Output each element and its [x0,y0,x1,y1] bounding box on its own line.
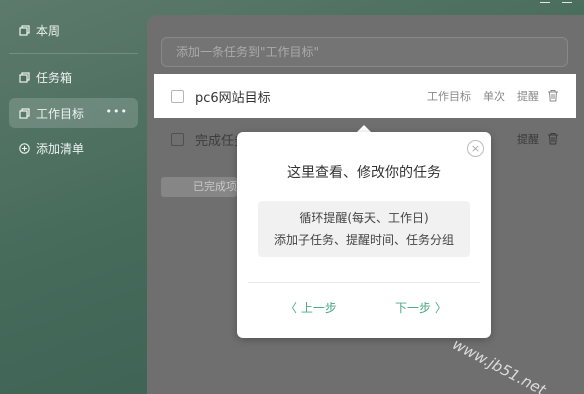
task-checkbox[interactable] [171,132,184,146]
remind-tag[interactable]: 提醒 [517,131,539,147]
sidebar-divider [9,53,138,54]
window-close-icon[interactable] [562,0,572,3]
trash-icon[interactable] [547,89,561,103]
copy-icon [19,24,30,36]
popup-divider [248,282,480,283]
remind-tag[interactable]: 提醒 [517,88,539,104]
sidebar-item-this-week[interactable]: 本周 [9,15,138,45]
task-title: pc6网站目标 [195,90,271,106]
add-task-input[interactable]: 添加一条任务到"工作目标" [161,37,568,67]
sidebar: 本周 任务箱 工作目标 ••• 添加清单 [0,0,147,394]
sidebar-item-task-box[interactable]: 任务箱 [9,62,138,92]
list-tag[interactable]: 工作目标 [427,88,471,104]
description-line: 添加子任务、提醒时间、任务分组 [273,233,454,247]
popup-description: 循环提醒(每天、工作日) 添加子任务、提醒时间、任务分组 [258,201,470,257]
sidebar-item-label: 添加清单 [36,141,85,156]
previous-step-button[interactable]: 〈 上一步 [285,299,337,316]
copy-icon [19,107,30,119]
popup-pointer [357,125,371,132]
close-icon[interactable]: × [467,140,484,157]
sidebar-add-list[interactable]: 添加清单 [9,133,138,163]
more-options-icon[interactable]: ••• [106,105,128,118]
sidebar-item-work-goals[interactable]: 工作目标 ••• [9,98,138,128]
sidebar-item-label: 任务箱 [36,70,73,85]
plus-circle-icon [19,142,30,154]
next-step-button[interactable]: 下一步 〉 [395,299,447,316]
task-row[interactable]: pc6网站目标 工作目标 单次 提醒 [154,74,576,118]
sidebar-item-label: 本周 [36,23,61,38]
window-minimize-icon[interactable] [540,0,550,3]
tour-popup: × 这里查看、修改你的任务 循环提醒(每天、工作日) 添加子任务、提醒时间、任务… [237,132,491,338]
task-checkbox[interactable] [171,89,184,103]
sidebar-item-label: 工作目标 [36,106,85,121]
trash-icon[interactable] [547,132,561,146]
copy-icon [19,71,30,83]
popup-title: 这里查看、修改你的任务 [287,165,441,181]
description-line: 循环提醒(每天、工作日) [299,211,429,225]
completed-items-button[interactable]: 已完成项 [161,177,237,197]
repeat-tag[interactable]: 单次 [483,88,505,104]
